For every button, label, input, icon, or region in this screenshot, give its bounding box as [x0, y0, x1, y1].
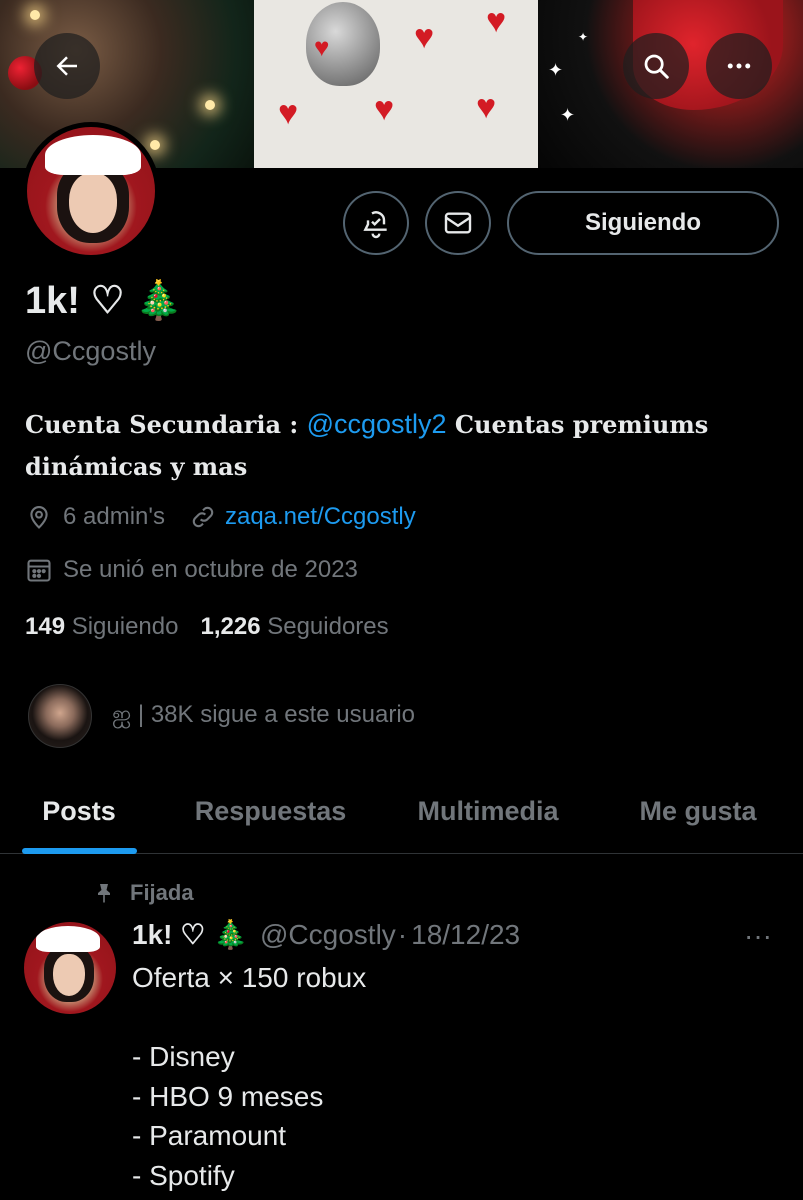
envelope-icon — [444, 212, 472, 234]
post-more-button[interactable]: ··· — [744, 920, 772, 952]
followed-by-text: ஐ | 38K sigue a este usuario — [112, 701, 416, 728]
join-date-text: Se unió en octubre de 2023 — [63, 556, 358, 583]
post-author-name[interactable]: 1k! ♡ 🎄 — [132, 918, 248, 951]
back-button[interactable] — [34, 33, 100, 99]
post-separator: · — [397, 919, 408, 950]
calendar-icon — [27, 559, 51, 582]
post-text: Oferta × 150 robux - Disney - HBO 9 mese… — [132, 962, 367, 1191]
profile-avatar[interactable] — [22, 122, 160, 260]
more-horizontal-icon — [727, 63, 751, 69]
following-label: Siguiendo — [71, 613, 179, 640]
location-pin-icon — [30, 506, 48, 529]
follow-stats: 149 Siguiendo 1,226 Seguidores — [25, 613, 389, 641]
post-author-handle[interactable]: @Ccgostly — [260, 919, 396, 951]
followers-you-know[interactable]: ஐ | 38K sigue a este usuario — [28, 684, 415, 748]
location-text: 6 admin's — [63, 503, 165, 530]
tab-me-gusta-label: Me gusta — [639, 796, 757, 826]
display-name: 1k! ♡ 🎄 — [25, 280, 183, 322]
profile-tabs: Posts Respuestas Multimedia Me gusta — [0, 770, 803, 854]
tab-respuestas[interactable]: Respuestas — [158, 770, 383, 853]
active-tab-indicator — [22, 848, 137, 854]
tab-me-gusta[interactable]: Me gusta — [593, 770, 803, 853]
post-author-avatar[interactable] — [24, 922, 116, 1014]
followers-count: 1,226 — [200, 613, 261, 640]
bio-mention-link[interactable]: @ccgostly2 — [307, 409, 447, 439]
post-header: 1k! ♡ 🎄 @Ccgostly · 18/12/23 — [132, 918, 520, 951]
tab-respuestas-label: Respuestas — [194, 796, 347, 826]
following-count: 149 — [25, 613, 66, 640]
post-date[interactable]: 18/12/23 — [411, 919, 520, 951]
more-options-button[interactable] — [706, 33, 772, 99]
tab-posts[interactable]: Posts — [0, 770, 158, 854]
message-button[interactable] — [425, 191, 491, 255]
followers-stat[interactable]: 1,226 Seguidores — [200, 613, 388, 641]
tab-multimedia[interactable]: Multimedia — [383, 770, 593, 853]
pin-icon — [98, 884, 110, 903]
profile-bio: Cuenta Secundaria : @ccgostly2 Cuentas p… — [25, 403, 785, 488]
website-link[interactable]: zaqa.net/Ccgostly — [225, 503, 416, 531]
follower-avatar — [28, 684, 92, 748]
pinned-indicator: Fijada — [92, 880, 194, 906]
link-icon — [192, 506, 214, 528]
profile-meta-row: 6 admin's zaqa.net/Ccgostly — [25, 503, 416, 531]
profile-handle: @Ccgostly — [25, 336, 156, 366]
banner-photo-hearts-sweater: ♥ ♥ ♥ ♥ ♥ ♥ — [254, 0, 538, 168]
search-icon — [644, 54, 669, 79]
tab-multimedia-label: Multimedia — [417, 796, 559, 826]
following-button[interactable]: Siguiendo — [507, 191, 779, 255]
profile-join-row: Se unió en octubre de 2023 — [25, 556, 358, 584]
search-button[interactable] — [623, 33, 689, 99]
bio-prefix: Cuenta Secundaria : — [25, 410, 307, 439]
followers-label: Seguidores — [267, 613, 389, 640]
tab-posts-label: Posts — [42, 796, 116, 826]
following-stat[interactable]: 149 Siguiendo — [25, 613, 178, 641]
pinned-label: Fijada — [130, 880, 194, 905]
arrow-left-icon — [56, 56, 77, 76]
bell-check-icon — [363, 211, 387, 239]
notifications-bell-button[interactable] — [343, 191, 409, 255]
